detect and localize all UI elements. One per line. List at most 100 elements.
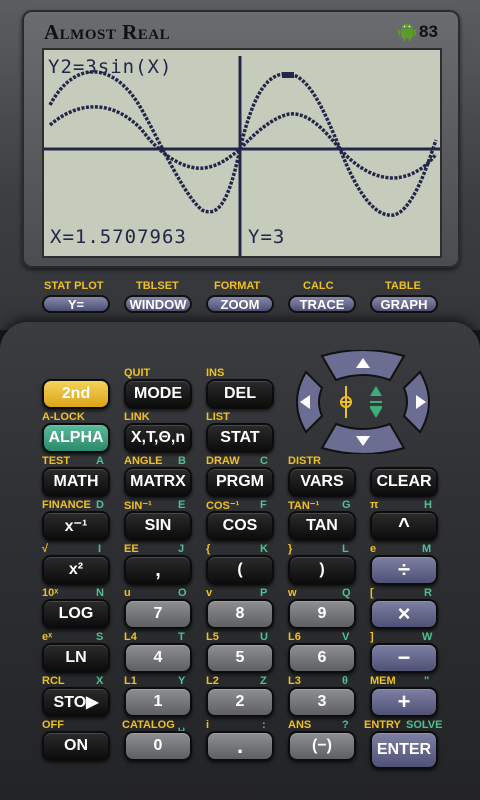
label-alpha-theta: θ — [342, 675, 348, 687]
label-l4: L4 — [124, 631, 137, 643]
ln-button[interactable]: LN — [42, 643, 110, 673]
label-alpha-p: P — [260, 587, 268, 599]
label-alpha-r: R — [424, 587, 432, 599]
label-alpha-k: K — [260, 543, 268, 555]
label-alpha-t: T — [178, 631, 185, 643]
down-arrow-button[interactable] — [322, 424, 404, 454]
stat-button[interactable]: STAT — [206, 423, 274, 453]
graph-button[interactable]: GRAPH — [370, 295, 438, 313]
del-button[interactable]: DEL — [206, 379, 274, 409]
label-draw: DRAW — [206, 455, 240, 467]
label-distr: DISTR — [288, 455, 321, 467]
label-alpha-e: E — [178, 499, 186, 511]
left-arrow-button[interactable] — [288, 372, 322, 432]
label-alpha-c: C — [260, 455, 268, 467]
add-button[interactable]: + — [370, 687, 438, 717]
nine-button[interactable]: 9 — [288, 599, 356, 629]
label-alpha-f: F — [260, 499, 267, 511]
log-button[interactable]: LOG — [42, 599, 110, 629]
right-paren-button[interactable]: ) — [288, 555, 356, 585]
y-equals-button[interactable]: Y= — [42, 295, 110, 313]
second-button[interactable]: 2nd — [42, 379, 110, 409]
label-off: OFF — [42, 719, 64, 731]
power-button[interactable]: ^ — [370, 511, 438, 541]
zoom-button[interactable]: ZOOM — [206, 295, 274, 313]
y-readout: Y=3 — [248, 226, 286, 248]
trace-button[interactable]: TRACE — [288, 295, 356, 313]
four-button[interactable]: 4 — [124, 643, 192, 673]
battery-status: 83 — [398, 22, 438, 42]
label-solve: SOLVE — [406, 719, 443, 731]
label-alpha-q: Q — [342, 587, 351, 599]
label-alpha-h: H — [424, 499, 432, 511]
five-button[interactable]: 5 — [206, 643, 274, 673]
label-format: FORMAT — [214, 280, 261, 292]
label-table: TABLE — [385, 280, 421, 292]
two-button[interactable]: 2 — [206, 687, 274, 717]
zero-button[interactable]: 0 — [124, 731, 192, 761]
label-l3: L3 — [288, 675, 301, 687]
left-paren-button[interactable]: ( — [206, 555, 274, 585]
one-button[interactable]: 1 — [124, 687, 192, 717]
equation-label: Y2=3sin(X) — [48, 56, 173, 78]
multiply-button[interactable]: × — [370, 599, 438, 629]
label-link: LINK — [124, 411, 150, 423]
enter-button[interactable]: ENTER — [370, 731, 438, 769]
xton-button[interactable]: X,T,Θ,n — [124, 423, 192, 453]
label-calc: CALC — [303, 280, 334, 292]
decimal-button[interactable]: . — [206, 731, 274, 761]
label-list: LIST — [206, 411, 230, 423]
label-alpha-o: O — [178, 587, 187, 599]
cos-button[interactable]: COS — [206, 511, 274, 541]
label-alpha-l: L — [342, 543, 349, 555]
alpha-button[interactable]: ALPHA — [42, 423, 110, 453]
tan-button[interactable]: TAN — [288, 511, 356, 541]
label-alpha-b: B — [178, 455, 186, 467]
inverse-button[interactable]: x⁻¹ — [42, 511, 110, 541]
prgm-button[interactable]: PRGM — [206, 467, 274, 497]
label-lbrack: [ — [370, 587, 374, 599]
label-alpha-w: W — [422, 631, 433, 643]
subtract-button[interactable]: − — [370, 643, 438, 673]
label-alpha-v: V — [342, 631, 350, 643]
label-alpha-s: S — [96, 631, 104, 643]
label-finance: FINANCE — [42, 499, 91, 511]
label-alpha-g: G — [342, 499, 351, 511]
square-button[interactable]: x² — [42, 555, 110, 585]
label-alpha-a: A — [96, 455, 104, 467]
divide-button[interactable]: ÷ — [370, 555, 438, 585]
matrx-button[interactable]: MATRX — [124, 467, 192, 497]
label-alpha-y: Y — [178, 675, 186, 687]
window-button[interactable]: WINDOW — [124, 295, 192, 313]
comma-button[interactable]: , — [124, 555, 192, 585]
brand-label: Almost Real — [44, 20, 171, 44]
label-ex: eˣ — [42, 631, 53, 643]
label-alpha-x: X — [96, 675, 104, 687]
store-button[interactable]: STO▶ — [42, 687, 110, 717]
label-tblset: TBLSET — [136, 280, 179, 292]
sin-button[interactable]: SIN — [124, 511, 192, 541]
three-button[interactable]: 3 — [288, 687, 356, 717]
label-alock: A-LOCK — [42, 411, 85, 423]
vars-button[interactable]: VARS — [288, 467, 356, 497]
label-l6: L6 — [288, 631, 301, 643]
mode-button[interactable]: MODE — [124, 379, 192, 409]
label-rbrack: ] — [370, 631, 374, 643]
six-button[interactable]: 6 — [288, 643, 356, 673]
label-ans: ANS — [288, 719, 312, 731]
label-alpha-n: N — [96, 587, 104, 599]
clear-button[interactable]: CLEAR — [370, 467, 438, 497]
right-arrow-button[interactable] — [404, 372, 438, 432]
negative-button[interactable]: (−) — [288, 731, 356, 761]
label-alpha-u: U — [260, 631, 268, 643]
on-button[interactable]: ON — [42, 731, 110, 761]
math-button[interactable]: MATH — [42, 467, 110, 497]
up-arrow-button[interactable] — [322, 350, 404, 380]
label-w: w — [288, 587, 297, 599]
label-quit: QUIT — [124, 367, 151, 379]
seven-button[interactable]: 7 — [124, 599, 192, 629]
label-rbrace: } — [288, 543, 293, 555]
label-tenx: 10ˣ — [42, 587, 59, 599]
eight-button[interactable]: 8 — [206, 599, 274, 629]
label-stat-plot: STAT PLOT — [44, 280, 104, 292]
